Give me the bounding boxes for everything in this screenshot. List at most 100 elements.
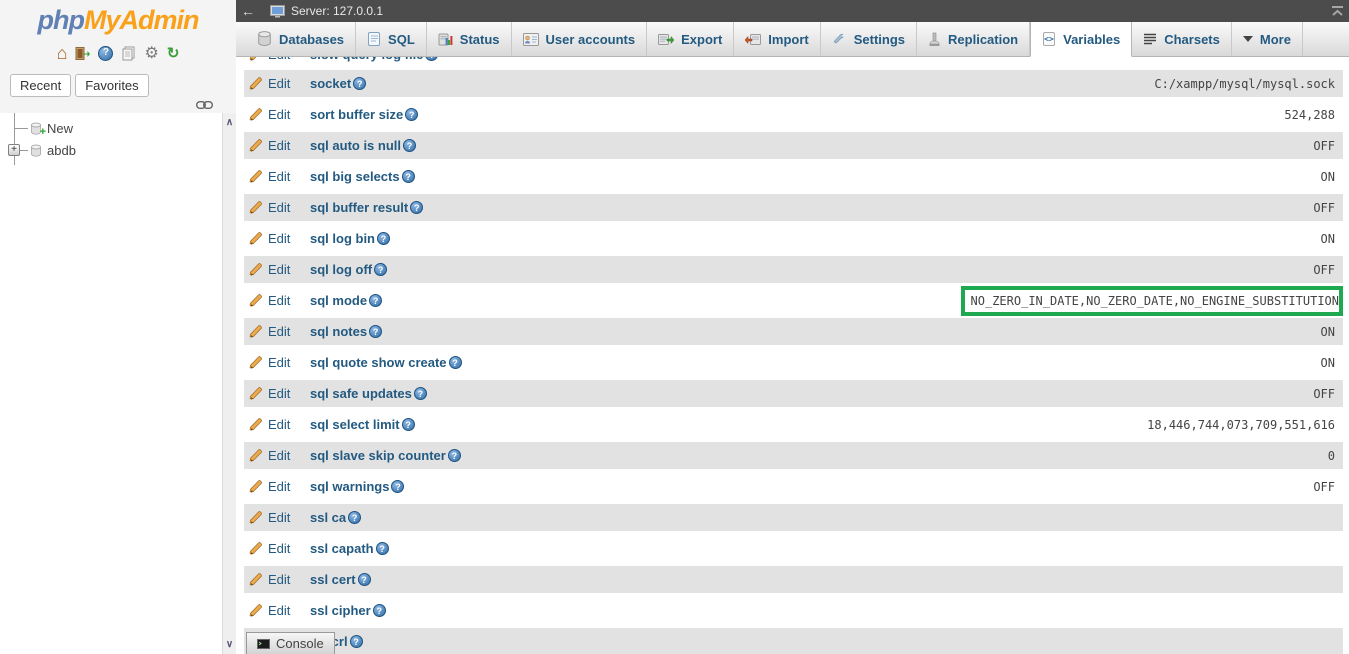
edit-button[interactable]: Edit bbox=[244, 57, 300, 62]
sidebar-scrollbar[interactable]: ∧ ∨ bbox=[222, 113, 236, 654]
edit-button[interactable]: Edit bbox=[244, 355, 300, 370]
database-icon bbox=[30, 144, 42, 157]
help-icon[interactable]: ? bbox=[376, 542, 389, 555]
help-icon[interactable]: ? bbox=[391, 480, 404, 493]
logo-myadmin-text: MyAdmin bbox=[84, 5, 199, 35]
edit-button[interactable]: Edit bbox=[244, 572, 300, 587]
scroll-up-icon[interactable]: ∧ bbox=[223, 117, 236, 128]
edit-label: Edit bbox=[268, 510, 290, 525]
tab-export[interactable]: Export bbox=[647, 22, 734, 56]
edit-button[interactable]: Edit bbox=[244, 417, 300, 432]
edit-label: Edit bbox=[268, 417, 290, 432]
phpmyadmin-logo[interactable]: phpMyAdmin bbox=[0, 5, 236, 36]
help-icon[interactable]: ? bbox=[449, 356, 462, 369]
variable-row: Edit sql select limit ? 18,446,744,073,7… bbox=[244, 411, 1343, 438]
tree-line bbox=[15, 128, 28, 129]
help-icon[interactable]: ? bbox=[414, 387, 427, 400]
help-icon[interactable]: ? bbox=[410, 201, 423, 214]
help-icon[interactable]: ? bbox=[402, 418, 415, 431]
main-panel: ← Server: 127.0.0.1 Databases SQL Status bbox=[236, 0, 1349, 654]
edit-label: Edit bbox=[268, 262, 290, 277]
exit-door-icon[interactable] bbox=[75, 46, 90, 61]
tab-import[interactable]: Import bbox=[734, 22, 820, 56]
pencil-icon bbox=[248, 200, 263, 215]
help-icon[interactable]: ? bbox=[369, 325, 382, 338]
edit-button[interactable]: Edit bbox=[244, 107, 300, 122]
edit-button[interactable]: Edit bbox=[244, 479, 300, 494]
help-icon[interactable]: ? bbox=[405, 108, 418, 121]
variable-name: ssl ca bbox=[310, 510, 346, 525]
tab-sql[interactable]: SQL bbox=[356, 22, 427, 56]
edit-button[interactable]: Edit bbox=[244, 510, 300, 525]
edit-label: Edit bbox=[268, 541, 290, 556]
edit-label: Edit bbox=[268, 324, 290, 339]
help-icon[interactable]: ? bbox=[373, 604, 386, 617]
help-icon[interactable]: ? bbox=[98, 46, 113, 61]
variable-row: Edit sql big selects ? ON bbox=[244, 163, 1343, 190]
reload-icon[interactable]: ↻ bbox=[167, 44, 180, 62]
edit-button[interactable]: Edit bbox=[244, 603, 300, 618]
tab-databases[interactable]: Databases bbox=[246, 22, 356, 56]
help-icon[interactable]: ? bbox=[403, 139, 416, 152]
tab-label: SQL bbox=[388, 32, 415, 47]
edit-button[interactable]: Edit bbox=[244, 231, 300, 246]
console-icon bbox=[257, 639, 270, 649]
variable-row: Edit sql safe updates ? OFF bbox=[244, 380, 1343, 407]
server-topbar: ← Server: 127.0.0.1 bbox=[236, 0, 1349, 22]
help-icon[interactable]: ? bbox=[402, 170, 415, 183]
edit-button[interactable]: Edit bbox=[244, 386, 300, 401]
scroll-down-icon[interactable]: ∨ bbox=[223, 639, 236, 650]
help-icon[interactable]: ? bbox=[374, 263, 387, 276]
tab-settings[interactable]: Settings bbox=[821, 22, 917, 56]
help-icon[interactable]: ? bbox=[369, 294, 382, 307]
expand-icon[interactable]: + bbox=[8, 144, 20, 156]
edit-button[interactable]: Edit bbox=[244, 200, 300, 215]
edit-button[interactable]: Edit bbox=[244, 541, 300, 556]
tab-variables[interactable]: <> Variables bbox=[1030, 22, 1132, 57]
variable-row: Edit ssl cert ? bbox=[244, 566, 1343, 593]
tab-user-accounts[interactable]: User accounts bbox=[512, 22, 648, 56]
edit-button[interactable]: Edit bbox=[244, 262, 300, 277]
status-icon bbox=[438, 32, 453, 47]
help-icon[interactable]: ? bbox=[377, 232, 390, 245]
variable-name: sort buffer size bbox=[310, 107, 403, 122]
docs-icon[interactable] bbox=[121, 46, 136, 61]
gear-icon[interactable]: ⚙ bbox=[144, 43, 158, 63]
console-button[interactable]: Console bbox=[246, 632, 335, 654]
variables-table: Edit socket ? C:/xampp/mysql/mysql.sock … bbox=[236, 70, 1349, 654]
favorites-button[interactable]: Favorites bbox=[75, 74, 148, 97]
variable-value: C:/xampp/mysql/mysql.sock bbox=[1154, 77, 1343, 91]
edit-button[interactable]: Edit bbox=[244, 76, 300, 91]
edit-button[interactable]: Edit bbox=[244, 448, 300, 463]
edit-button[interactable]: Edit bbox=[244, 169, 300, 184]
tree-item-new[interactable]: + New bbox=[0, 117, 222, 139]
recent-button[interactable]: Recent bbox=[10, 74, 71, 97]
scroll-to-top-icon[interactable] bbox=[1331, 5, 1344, 19]
edit-button[interactable]: Edit bbox=[244, 324, 300, 339]
help-icon[interactable]: ? bbox=[353, 77, 366, 90]
plus-badge-icon: + bbox=[40, 126, 46, 138]
variable-name: ssl cipher bbox=[310, 603, 371, 618]
edit-button[interactable]: Edit bbox=[244, 138, 300, 153]
variable-value: ON bbox=[1321, 170, 1343, 184]
tab-status[interactable]: Status bbox=[427, 22, 512, 56]
help-icon[interactable]: ? bbox=[425, 57, 438, 61]
pencil-icon bbox=[248, 138, 263, 153]
tree-item-label: New bbox=[47, 121, 73, 136]
tab-label: Import bbox=[768, 32, 808, 47]
help-icon[interactable]: ? bbox=[348, 511, 361, 524]
main-tabs: Databases SQL Status User accounts Expor… bbox=[236, 22, 1349, 57]
tab-more[interactable]: More bbox=[1232, 22, 1303, 56]
tree-item-abdb[interactable]: + abdb bbox=[0, 139, 222, 161]
back-arrow[interactable]: ← bbox=[236, 3, 260, 19]
variable-value: NO_ZERO_IN_DATE,NO_ZERO_DATE,NO_ENGINE_S… bbox=[961, 286, 1343, 316]
edit-button[interactable]: Edit bbox=[244, 293, 300, 308]
help-icon[interactable]: ? bbox=[350, 635, 363, 648]
tab-charsets[interactable]: Charsets bbox=[1132, 22, 1232, 56]
tab-replication[interactable]: Replication bbox=[917, 22, 1030, 56]
variable-name: ssl cert bbox=[310, 572, 356, 587]
help-icon[interactable]: ? bbox=[448, 449, 461, 462]
edit-label: Edit bbox=[268, 76, 290, 91]
help-icon[interactable]: ? bbox=[358, 573, 371, 586]
home-icon[interactable]: ⌂ bbox=[57, 45, 68, 61]
